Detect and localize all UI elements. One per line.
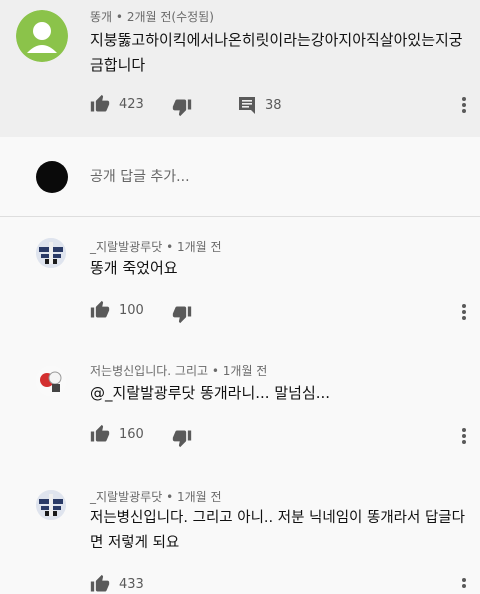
meta-separator: •: [166, 490, 177, 504]
reply-text: 똥개 죽었어요: [90, 256, 178, 281]
more-options-icon[interactable]: [462, 578, 466, 590]
thumbs-down-icon: [172, 99, 192, 117]
like-button[interactable]: 433: [90, 574, 144, 594]
meta-separator: •: [211, 364, 223, 378]
comment-time: 2개월 전(수정됨): [126, 10, 214, 24]
replies-button[interactable]: 38: [238, 96, 282, 114]
reply-time: 1개월 전: [176, 490, 222, 504]
thumbs-up-icon: [90, 424, 110, 442]
like-button[interactable]: 160: [90, 424, 144, 444]
reply-text-line: 저는병신입니다. 그리고 아니.. 저분 닉네임이 똥개라서 답글다: [90, 510, 465, 526]
reply-meta: 저는병신입니다. 그리고 • 1개월 전: [90, 362, 267, 379]
reply-text-line: 똥개 죽었어요: [90, 259, 178, 277]
profile-image-icon: [36, 366, 66, 396]
more-options-icon[interactable]: [462, 428, 466, 446]
dislike-button[interactable]: [172, 428, 192, 448]
default-avatar-icon: [16, 10, 68, 62]
comment-author[interactable]: 똥개: [90, 10, 112, 24]
user-avatar: [36, 161, 68, 193]
avatar[interactable]: [16, 10, 68, 62]
reply-text: @_지랄발광루닷 똥개라니... 말넘심...: [90, 381, 330, 406]
reply-meta: _지랄발광루닷 • 1개월 전: [90, 488, 222, 505]
profile-image-icon: [36, 238, 66, 268]
reply-input[interactable]: 공개 답글 추가...: [90, 166, 190, 186]
reply-time: 1개월 전: [176, 240, 222, 254]
comment-text: 지붕뚫고하이킥에서나온히릿이라는강아지아직살아있는지궁 금합니다: [90, 28, 470, 78]
thumbs-up-icon: [90, 300, 110, 318]
thumbs-up-icon: [90, 574, 110, 592]
profile-image-icon: [36, 490, 66, 520]
dislike-button[interactable]: [172, 97, 192, 117]
reply-text-line: 면 저렇게 되요: [90, 535, 180, 551]
like-count: 100: [119, 302, 144, 318]
avatar[interactable]: [36, 490, 66, 520]
thumbs-up-icon: [90, 94, 110, 112]
comment-text-line: 금합니다: [90, 56, 146, 74]
thumbs-down-icon: [172, 430, 192, 448]
like-button[interactable]: 423: [90, 94, 144, 114]
meta-separator: •: [115, 10, 127, 24]
like-button[interactable]: 100: [90, 300, 144, 320]
comment-text-line: 지붕뚫고하이킥에서나온히릿이라는강아지아직살아있는지궁: [90, 31, 463, 49]
more-options-icon[interactable]: [462, 304, 466, 322]
divider: [0, 216, 480, 217]
avatar[interactable]: [36, 238, 66, 268]
like-count: 433: [119, 576, 144, 592]
reply-meta: _지랄발광루닷 • 1개월 전: [90, 238, 222, 255]
avatar[interactable]: [36, 366, 66, 396]
more-options-icon[interactable]: [462, 97, 466, 115]
reply-text-line: @_지랄발광루닷 똥개라니... 말넘심...: [90, 384, 331, 402]
meta-separator: •: [166, 240, 177, 254]
reply-text: 저는병신입니다. 그리고 아니.. 저분 닉네임이 똥개라서 답글다 면 저렇게…: [90, 506, 475, 556]
dislike-button[interactable]: [172, 304, 192, 324]
reply-author[interactable]: _지랄발광루닷: [90, 240, 162, 254]
reply-author[interactable]: _지랄발광루닷: [90, 490, 162, 504]
like-count: 423: [119, 96, 144, 112]
reply-time: 1개월 전: [222, 364, 268, 378]
reply-count: 38: [265, 97, 282, 113]
comment-icon: [239, 97, 255, 114]
like-count: 160: [119, 426, 144, 442]
thumbs-down-icon: [172, 306, 192, 324]
comment-meta: 똥개 • 2개월 전(수정됨): [90, 8, 214, 25]
reply-author[interactable]: 저는병신입니다. 그리고: [90, 364, 208, 378]
reply-input-area: [0, 137, 480, 217]
